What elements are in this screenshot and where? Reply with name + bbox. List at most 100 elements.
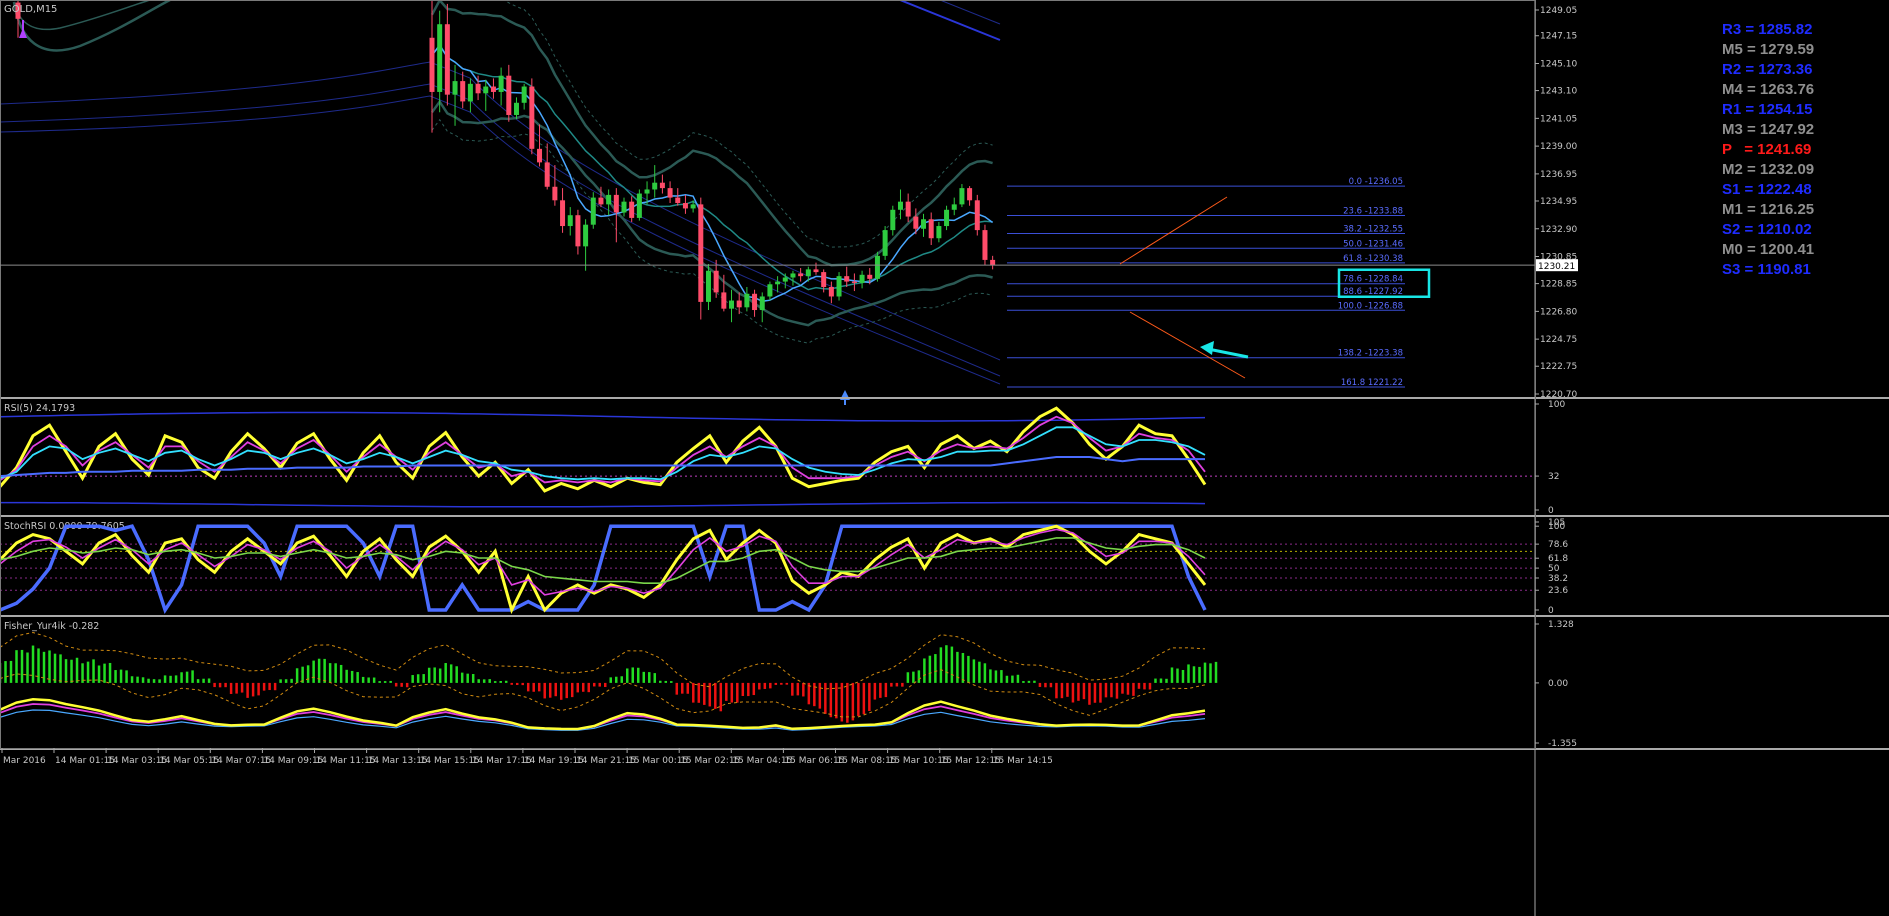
fib-level-label: 23.6 -1233.88 bbox=[1343, 206, 1403, 216]
candle-body bbox=[990, 259, 996, 266]
candle-body bbox=[859, 274, 865, 283]
trading-chart[interactable]: 0.0 -1236.05 23.6 -1233.88 38.2 -1232.55 50… bbox=[0, 0, 1889, 916]
rsi-y-tick-label: 0 bbox=[1548, 506, 1554, 516]
candle-body bbox=[805, 269, 811, 277]
fib-level-label: 78.6 -1228.84 bbox=[1343, 275, 1403, 285]
fib-level-label: 161.8 1221.22 bbox=[1341, 378, 1403, 388]
candle-body bbox=[698, 204, 704, 302]
candle-body bbox=[560, 200, 566, 227]
y-tick-label: 1226.80 bbox=[1540, 307, 1577, 317]
candle-body bbox=[813, 269, 819, 273]
candle-body bbox=[759, 296, 765, 311]
symbol-label: GOLD,M15 bbox=[4, 4, 57, 15]
stoch-y-tick-label: 50 bbox=[1548, 564, 1560, 574]
pivot-level: M3 = 1247.92 bbox=[1722, 121, 1815, 138]
pivot-level: S3 = 1190.81 bbox=[1722, 261, 1811, 278]
pivot-level: M2 = 1232.09 bbox=[1722, 161, 1815, 178]
candle-body bbox=[936, 226, 942, 239]
x-tick-label: 14 Mar 17:15 bbox=[472, 756, 532, 766]
candle-body bbox=[575, 215, 581, 247]
fib-level-label: 38.2 -1232.55 bbox=[1343, 224, 1403, 234]
candle-body bbox=[467, 83, 473, 102]
candle-body bbox=[844, 276, 850, 282]
candle-body bbox=[629, 201, 635, 218]
candle-body bbox=[775, 281, 781, 285]
fib-level-label: 138.2 -1223.38 bbox=[1338, 349, 1403, 359]
candle-body bbox=[944, 209, 950, 227]
x-tick-label: 14 Mar 21:15 bbox=[576, 756, 636, 766]
x-tick-label: 14 Mar 19:15 bbox=[524, 756, 584, 766]
x-tick-label: Mar 2016 bbox=[3, 756, 46, 766]
x-tick-label: 15 Mar 08:15 bbox=[837, 756, 897, 766]
candle-body bbox=[744, 293, 750, 308]
pivot-level: M4 = 1263.76 bbox=[1722, 81, 1815, 98]
candle-body bbox=[690, 204, 696, 209]
pivot-level: S1 = 1222.48 bbox=[1722, 181, 1812, 198]
x-tick-label: 15 Mar 04:15 bbox=[732, 756, 792, 766]
candle-body bbox=[982, 230, 988, 260]
candle-body bbox=[513, 102, 519, 115]
fisher-y-tick-label: 1.328 bbox=[1548, 620, 1574, 630]
rsi-y-tick-label: 100 bbox=[1548, 400, 1565, 410]
x-tick-label: 14 Mar 15:15 bbox=[420, 756, 480, 766]
candle-body bbox=[437, 24, 443, 92]
fib-level-label: 50.0 -1231.46 bbox=[1343, 239, 1403, 249]
candle-body bbox=[583, 224, 589, 247]
candle-body bbox=[567, 215, 573, 227]
candle-body bbox=[675, 197, 681, 204]
candle-body bbox=[951, 204, 957, 210]
stoch-y-tick-label: 23.6 bbox=[1548, 586, 1568, 596]
candle-body bbox=[828, 286, 834, 297]
candle-body bbox=[444, 24, 450, 95]
y-tick-label: 1224.75 bbox=[1540, 335, 1577, 345]
candle-body bbox=[483, 86, 489, 94]
x-tick-label: 15 Mar 00:15 bbox=[628, 756, 688, 766]
x-tick-label: 14 Mar 13:15 bbox=[368, 756, 428, 766]
x-tick-label: 14 Mar 05:15 bbox=[159, 756, 219, 766]
candle-body bbox=[905, 201, 911, 217]
candle-body bbox=[429, 37, 435, 92]
candle-body bbox=[890, 209, 896, 231]
y-tick-label: 1249.05 bbox=[1540, 6, 1577, 16]
stoch-y-tick-label: 61.8 bbox=[1548, 554, 1568, 564]
candle-body bbox=[713, 270, 719, 293]
candle-body bbox=[736, 300, 742, 308]
pivot-level: M0 = 1200.41 bbox=[1722, 241, 1815, 258]
candle-body bbox=[752, 293, 758, 311]
pivot-level: P = 1241.69 bbox=[1722, 141, 1812, 158]
x-tick-label: 14 Mar 01:15 bbox=[55, 756, 115, 766]
candle-body bbox=[959, 188, 965, 205]
candle-body bbox=[652, 182, 658, 190]
candle-body bbox=[729, 300, 735, 309]
stoch-y-tick-label: 78.6 bbox=[1548, 540, 1568, 550]
candle-body bbox=[636, 193, 642, 218]
candle-body bbox=[498, 75, 504, 92]
fib-level-label: 0.0 -1236.05 bbox=[1349, 177, 1403, 187]
x-tick-label: 14 Mar 09:15 bbox=[263, 756, 323, 766]
stoch-y-tick-label: 0 bbox=[1548, 606, 1554, 616]
candle-body bbox=[928, 219, 934, 239]
candle-body bbox=[974, 200, 980, 231]
candle-body bbox=[506, 75, 512, 115]
candle-body bbox=[590, 197, 596, 225]
candle-body bbox=[782, 277, 788, 282]
candle-body bbox=[851, 281, 857, 283]
stoch-y-tick-label: 38.2 bbox=[1548, 574, 1568, 584]
candle-body bbox=[667, 188, 673, 198]
fib-level-label: 100.0 -1226.88 bbox=[1338, 301, 1403, 311]
candle-body bbox=[598, 197, 604, 205]
x-tick-label: 15 Mar 02:15 bbox=[680, 756, 740, 766]
stoch-y-tick-label: 100 bbox=[1548, 522, 1565, 532]
candle-body bbox=[644, 189, 650, 194]
current-price-label: 1230.21 bbox=[1538, 262, 1575, 272]
y-tick-label: 1247.15 bbox=[1540, 32, 1577, 42]
y-tick-label: 1234.95 bbox=[1540, 197, 1577, 207]
pivot-level: S2 = 1210.02 bbox=[1722, 221, 1812, 238]
candle-body bbox=[490, 86, 496, 92]
candle-body bbox=[613, 194, 619, 213]
y-tick-label: 1232.90 bbox=[1540, 225, 1577, 235]
fisher-y-tick-label: -1.355 bbox=[1548, 739, 1577, 749]
y-tick-label: 1245.10 bbox=[1540, 60, 1577, 70]
candle-body bbox=[552, 186, 558, 201]
pivot-level: M1 = 1216.25 bbox=[1722, 201, 1815, 218]
